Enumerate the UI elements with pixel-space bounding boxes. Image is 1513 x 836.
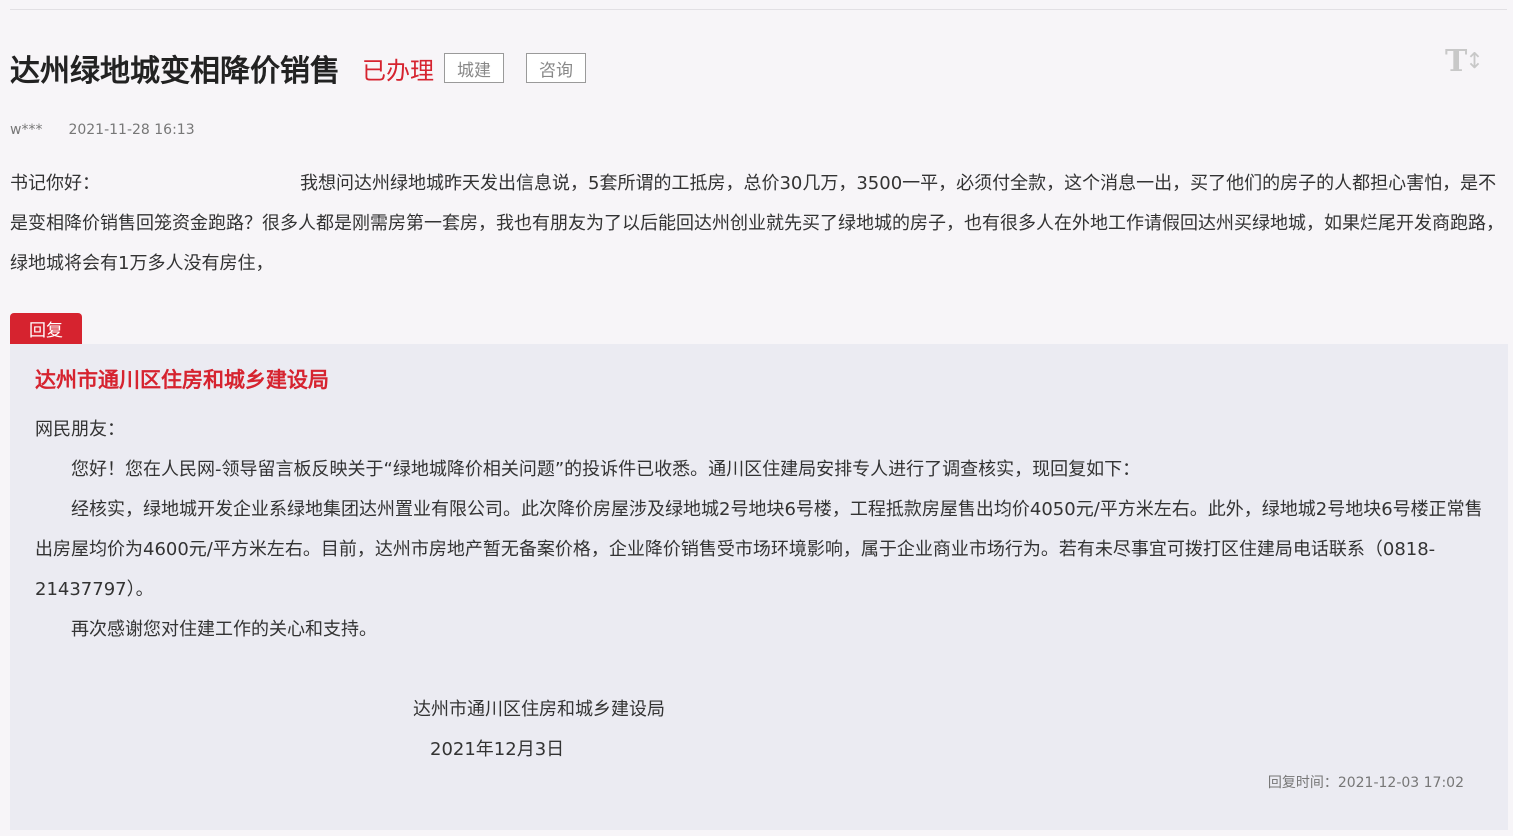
signature-org: 达州市通川区住房和城乡建设局 <box>413 699 665 720</box>
status-label: 已办理 <box>362 56 434 85</box>
question-body: 我想问达州绿地城昨天发出信息说，5套所谓的工抵房，总价30几万，3500一平，必… <box>10 173 1504 274</box>
reply-tab: 回复 <box>10 313 82 344</box>
post-meta: w*** 2021-11-28 16:13 <box>10 121 195 139</box>
reply-panel: 达州市通川区住房和城乡建设局 网民朋友： 您好！您在人民网-领导留言板反映关于“… <box>10 344 1508 830</box>
post-date: 2021-11-28 16:13 <box>68 122 195 138</box>
reply-greeting: 网民朋友： <box>35 419 125 440</box>
reply-time: 回复时间：2021-12-03 17:02 <box>1267 775 1464 791</box>
question-salutation: 书记你好： <box>10 173 100 194</box>
reply-org-name: 达州市通川区住房和城乡建设局 <box>35 368 329 392</box>
message-detail-page: 达州绿地城变相降价销售 已办理 城建 咨询 T ↕ w*** 2021-11-28… <box>0 0 1513 836</box>
signature-date: 2021年12月3日 <box>430 739 565 760</box>
top-divider <box>10 9 1507 10</box>
question-text: 书记你好： 我想问达州绿地城昨天发出信息说，5套所谓的工抵房，总价30几万，350… <box>10 164 1510 284</box>
page-title: 达州绿地城变相降价销售 <box>10 54 340 89</box>
reply-paragraph: 再次感谢您对住建工作的关心和支持。 <box>71 619 377 640</box>
reply-body: 网民朋友： 您好！您在人民网-领导留言板反映关于“绿地城降价相关问题”的投诉件已… <box>35 410 1490 650</box>
title-row: 达州绿地城变相降价销售 已办理 城建 咨询 <box>10 48 586 89</box>
tag-category[interactable]: 城建 <box>444 53 504 83</box>
author-name: w*** <box>10 122 43 138</box>
text-size-icon[interactable]: T ↕ <box>1445 44 1485 80</box>
reply-paragraph: 您好！您在人民网-领导留言板反映关于“绿地城降价相关问题”的投诉件已收悉。通川区… <box>71 459 1141 480</box>
reply-paragraph: 经核实，绿地城开发企业系绿地集团达州置业有限公司。此次降价房屋涉及绿地城2号地块… <box>35 499 1483 600</box>
reply-signature: 达州市通川区住房和城乡建设局 2021年12月3日 <box>413 690 665 770</box>
tag-type[interactable]: 咨询 <box>526 53 586 83</box>
